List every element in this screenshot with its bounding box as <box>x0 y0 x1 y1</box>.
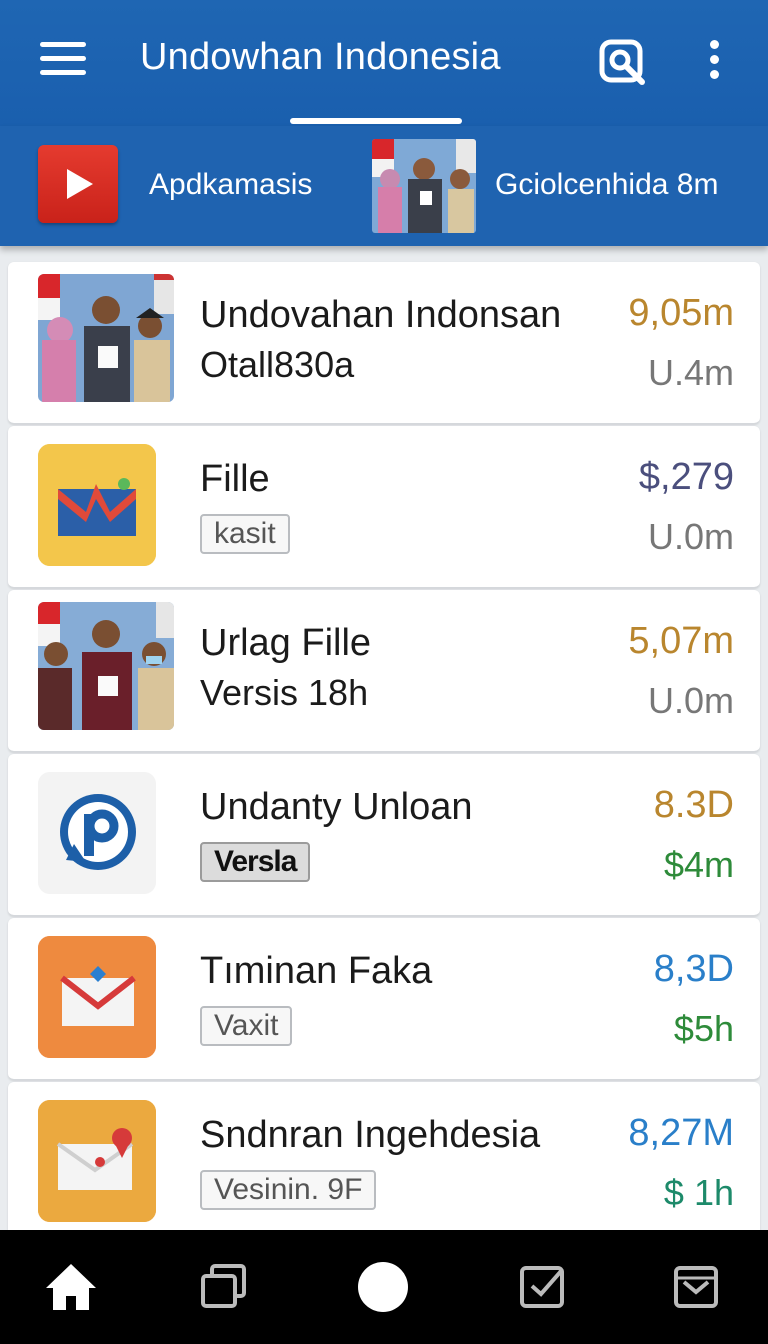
checkbox-icon[interactable] <box>516 1260 570 1314</box>
item-secondary-value: U.0m <box>647 516 734 557</box>
item-value: 8,3D <box>653 948 734 990</box>
list-item[interactable]: Tıminan Faka Vaxit 8,3D $5h <box>8 918 760 1080</box>
item-title: Sndnran Ingehdesia <box>200 1114 541 1156</box>
category-strip: Apdkamasis Gciolcenhida 8m <box>0 126 768 246</box>
app-bar: Undowhan Indonesia <box>0 0 768 126</box>
group-photo-thumbnail <box>38 274 174 402</box>
strip-item-label: Apdkamasis <box>149 168 313 201</box>
item-title: Urlag Fille <box>200 622 372 664</box>
item-secondary-value: $5h <box>673 1008 734 1049</box>
list-item[interactable]: Urlag Fille Versis 18h 5,07m U.0m <box>8 590 760 752</box>
item-tag: kasit <box>200 514 290 554</box>
content-list: Undovahan Indonsan Otall830a 9,05m U.4m … <box>8 262 760 1246</box>
item-title: Tıminan Faka <box>200 950 433 992</box>
item-value: 8,27M <box>628 1112 734 1154</box>
checkbox-icon[interactable] <box>670 1260 724 1314</box>
hamburger-menu-icon[interactable] <box>40 42 88 80</box>
more-vertical-icon[interactable] <box>700 40 728 86</box>
app-title: Undowhan Indonesia <box>140 36 501 78</box>
item-value: 8.3D <box>653 784 734 826</box>
strip-item-group[interactable]: Gciolcenhida 8m <box>370 126 750 246</box>
strip-item-video[interactable]: Apdkamasis <box>36 126 326 246</box>
item-title: Fille <box>200 458 270 500</box>
item-secondary-value: $ 1h <box>663 1172 734 1213</box>
list-item[interactable]: Undanty Unloan Versla 8.3D $4m <box>8 754 760 916</box>
home-icon[interactable] <box>44 1260 98 1314</box>
bottom-navigation <box>0 1230 768 1344</box>
item-subtitle: Otall830a <box>200 344 355 385</box>
strip-item-label: Gciolcenhida 8m <box>495 168 719 201</box>
mail-app-icon <box>38 936 156 1058</box>
item-title: Undovahan Indonsan <box>200 294 562 336</box>
item-secondary-value: U.4m <box>647 352 734 393</box>
item-value: $,279 <box>638 456 734 498</box>
folder-app-icon <box>38 444 156 566</box>
search-icon[interactable] <box>598 38 650 90</box>
home-circle-icon[interactable] <box>358 1262 408 1312</box>
item-secondary-value: U.0m <box>647 680 734 721</box>
p-app-icon <box>38 772 156 894</box>
item-tag: Versla <box>200 842 311 882</box>
list-item[interactable]: Fille kasit $,279 U.0m <box>8 426 760 588</box>
group-photo-thumbnail <box>38 602 174 730</box>
item-title: Undanty Unloan <box>200 786 473 828</box>
list-item[interactable]: Undovahan Indonsan Otall830a 9,05m U.4m <box>8 262 760 424</box>
list-item[interactable]: Sndnran Ingehdesia Vesinin. 9F 8,27M $ 1… <box>8 1082 760 1244</box>
item-value: 9,05m <box>628 292 734 334</box>
tab-indicator <box>290 118 462 124</box>
item-tag: Vesinin. 9F <box>200 1170 377 1210</box>
play-icon <box>38 145 118 223</box>
group-photo-thumbnail <box>372 139 476 233</box>
item-value: 5,07m <box>628 620 734 662</box>
recent-apps-icon[interactable] <box>198 1260 252 1314</box>
item-tag: Vaxit <box>200 1006 293 1046</box>
mail-pin-app-icon <box>38 1100 156 1222</box>
item-subtitle: Versis 18h <box>200 672 369 713</box>
item-secondary-value: $4m <box>663 844 734 885</box>
